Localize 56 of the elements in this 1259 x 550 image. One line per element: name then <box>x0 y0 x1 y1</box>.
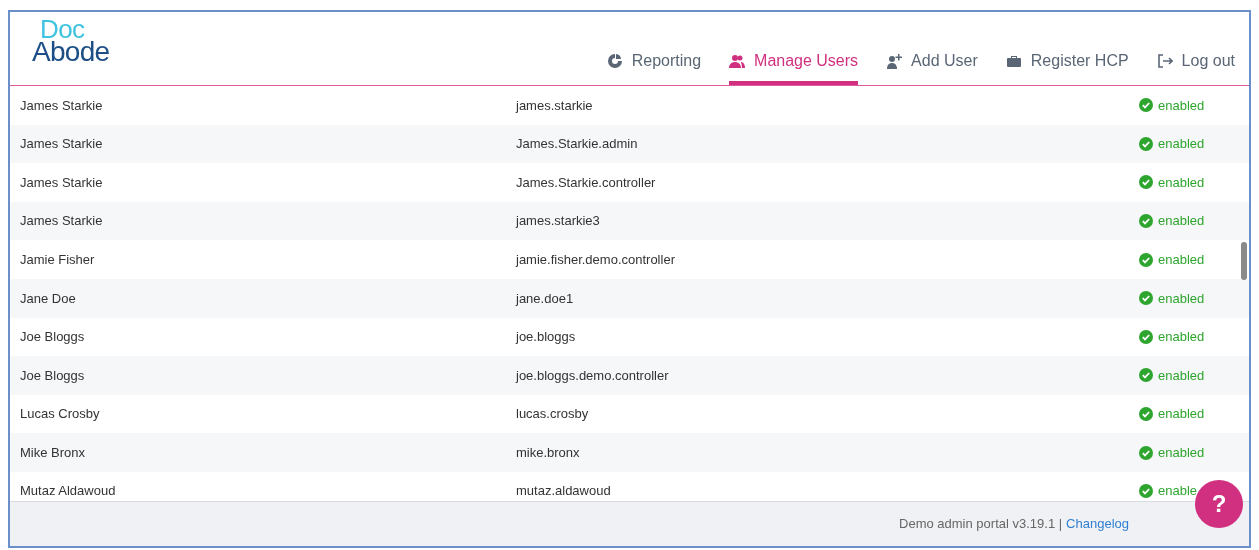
name-cell-text: Jane Doe <box>19 289 77 308</box>
username-cell-text: joe.bloggs.demo.controller <box>516 366 670 385</box>
name-cell-text: Joe Bloggs <box>19 366 86 385</box>
nav-tab[interactable]: Register HCP <box>1005 49 1129 85</box>
status-text: enabled <box>1158 250 1205 269</box>
status-text: enabled <box>1158 96 1205 115</box>
scrollbar-thumb[interactable] <box>1241 242 1247 280</box>
check-circle-icon <box>1139 368 1153 383</box>
username-cell-text: jamie.fisher.demo.controller <box>516 250 676 269</box>
check-circle-icon <box>1139 252 1153 267</box>
status-text: enabled <box>1158 443 1205 462</box>
status-text: enabled <box>1158 289 1205 308</box>
status-text: enable <box>1158 482 1198 501</box>
username-cell-text: james.starkie <box>516 96 594 115</box>
check-circle-icon <box>1139 136 1153 151</box>
username-cell-text: James.Starkie.admin <box>516 135 639 154</box>
status-text: enabled <box>1158 173 1205 192</box>
check-circle-icon <box>1139 445 1153 460</box>
name-cell-text: Jamie Fisher <box>19 250 96 269</box>
status-text: enabled <box>1158 328 1205 347</box>
check-circle-icon <box>1139 291 1153 306</box>
status-text: enabled <box>1158 212 1205 231</box>
name-cell-text: Lucas Crosby <box>19 405 101 424</box>
username-cell-text: jane.doe1 <box>516 289 575 308</box>
username-cell-text: mutaz.aldawoud <box>516 482 612 501</box>
name-cell-text: James Starkie <box>19 135 104 154</box>
check-circle-icon <box>1139 98 1153 113</box>
nav-tab[interactable]: Add User <box>886 49 978 85</box>
name-cell-text: James Starkie <box>19 173 104 192</box>
name-cell-text: Mutaz Aldawoud <box>19 482 117 501</box>
name-cell-text: Joe Bloggs <box>19 328 86 347</box>
logout-icon <box>1156 53 1173 69</box>
username-cell-text: lucas.crosby <box>516 405 590 424</box>
footer-text: Demo admin portal v3.19.1 | <box>899 515 1063 534</box>
status-text: enabled <box>1158 135 1205 154</box>
check-circle-icon <box>1139 407 1153 422</box>
nav-tab[interactable]: Reporting <box>606 49 702 85</box>
name-cell-text: Mike Bronx <box>19 443 87 462</box>
add-user-icon <box>886 53 903 69</box>
username-cell-text: james.starkie3 <box>516 212 601 231</box>
status-text: enabled <box>1158 405 1205 424</box>
users-icon <box>729 53 746 69</box>
username-cell-text: James.Starkie.controller <box>516 173 657 192</box>
check-circle-icon <box>1139 329 1153 344</box>
username-cell-text: joe.bloggs <box>516 328 577 347</box>
name-cell-text: James Starkie <box>19 96 104 115</box>
logo: Doc Abode <box>32 18 110 64</box>
username-cell-text: mike.bronx <box>516 443 581 462</box>
check-circle-icon <box>1139 175 1153 190</box>
check-circle-icon <box>1139 214 1153 229</box>
status-text: enabled <box>1158 366 1205 385</box>
briefcase-icon <box>1005 53 1022 69</box>
changelog-link[interactable]: Changelog <box>1066 514 1129 534</box>
nav-tab[interactable]: Log out <box>1156 49 1235 85</box>
pie-chart-icon <box>606 53 623 69</box>
name-cell-text: James Starkie <box>19 212 104 231</box>
